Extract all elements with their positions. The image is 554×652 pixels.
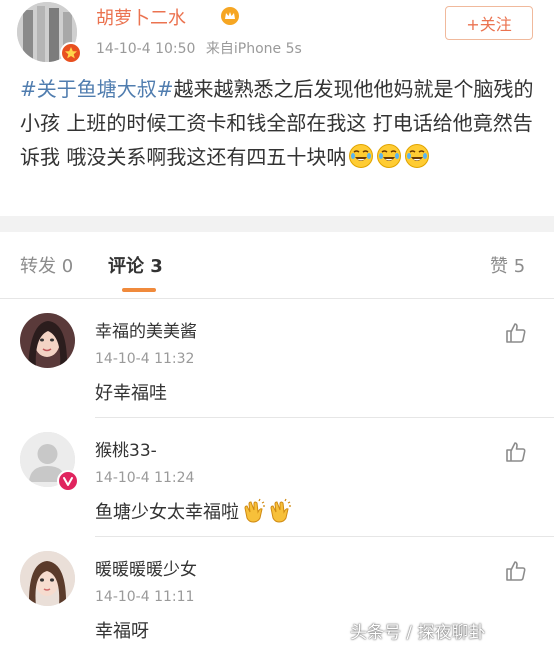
tab-bar: 转发 0 评论 3 赞 5 — [0, 232, 554, 299]
author-name[interactable]: 胡萝卜二水 — [96, 4, 186, 30]
comment-list: 幸福的美美酱 14-10-4 11:32 好幸福哇 猴桃33- 14-10-4 … — [0, 299, 554, 652]
clapping-hands-icon — [267, 498, 293, 523]
post-source: 来自iPhone 5s — [205, 41, 302, 57]
post-card: 胡萝卜二水 14-10-4 10:50 来自iPhone 5s +关注 #关于鱼… — [0, 0, 554, 216]
commenter-avatar[interactable] — [20, 551, 75, 606]
tab-likes[interactable]: 赞 5 — [490, 252, 525, 278]
watermark-text: 头条号 / 探夜聊卦 — [350, 623, 486, 643]
thumbs-up-icon[interactable] — [504, 321, 528, 349]
post-timestamp: 14-10-4 10:50 — [96, 41, 196, 57]
commenter-name[interactable]: 幸福的美美酱 — [95, 317, 197, 342]
vip-badge-icon — [57, 470, 79, 492]
vip-crown-icon — [220, 6, 240, 30]
comment-item: 猴桃33- 14-10-4 11:24 鱼塘少女太幸福啦 — [0, 418, 554, 537]
post-hashtag[interactable]: #关于鱼塘大叔# — [20, 77, 174, 101]
commenter-avatar[interactable] — [20, 313, 75, 368]
verified-badge-icon — [60, 42, 82, 64]
comment-item: 幸福的美美酱 14-10-4 11:32 好幸福哇 — [0, 299, 554, 418]
comment-text: 幸福呀 — [95, 621, 149, 642]
comment-text-content: 鱼塘少女太幸福啦 — [95, 502, 239, 523]
follow-button[interactable]: +关注 — [445, 6, 533, 40]
clapping-hands-icon — [239, 498, 267, 523]
weibo-post-page: 胡萝卜二水 14-10-4 10:50 来自iPhone 5s +关注 #关于鱼… — [0, 0, 554, 652]
commenter-name[interactable]: 暖暖暖暖少女 — [95, 555, 197, 580]
comment-time: 14-10-4 11:32 — [95, 351, 195, 367]
active-tab-indicator — [122, 288, 156, 292]
laugh-cry-emoji — [377, 144, 402, 168]
comment-time: 14-10-4 11:11 — [95, 589, 195, 605]
thumbs-up-icon[interactable] — [504, 559, 528, 587]
comment-text: 好幸福哇 — [95, 383, 167, 404]
comment-text: 鱼塘少女太幸福啦 — [95, 498, 293, 524]
tab-comments[interactable]: 评论 3 — [108, 252, 163, 278]
laugh-cry-emoji — [405, 144, 430, 168]
thumbs-up-icon[interactable] — [504, 440, 528, 468]
comment-time: 14-10-4 11:24 — [95, 470, 195, 486]
tab-repost[interactable]: 转发 0 — [20, 252, 73, 278]
post-meta: 14-10-4 10:50 来自iPhone 5s — [96, 38, 302, 58]
laugh-cry-emoji — [349, 144, 374, 168]
commenter-name[interactable]: 猴桃33- — [95, 436, 157, 461]
emoji-row — [346, 144, 430, 169]
post-body: #关于鱼塘大叔#越来越熟悉之后发现他他妈就是个脑残的小孩 上班的时候工资卡和钱全… — [20, 72, 540, 174]
